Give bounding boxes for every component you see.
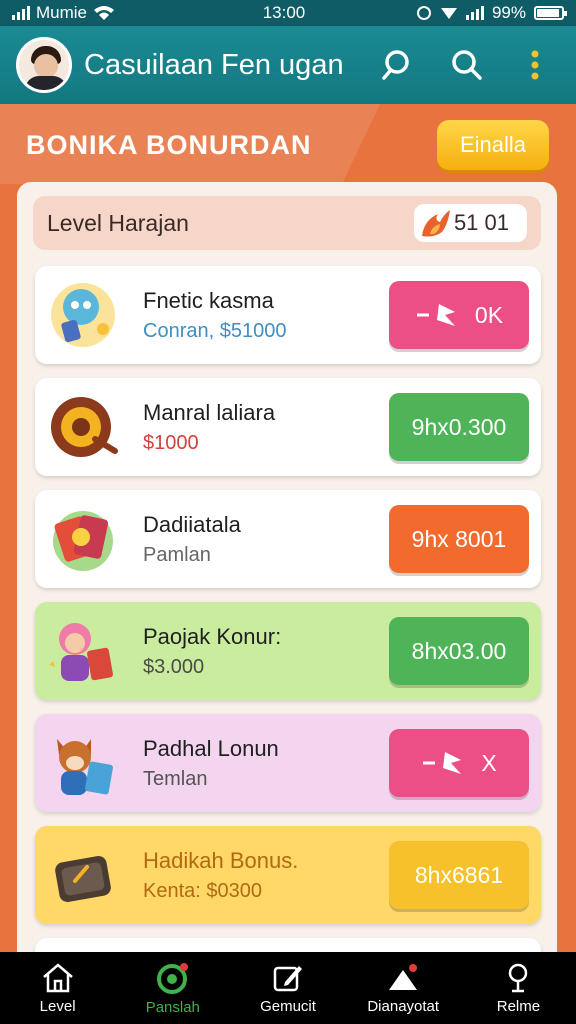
alarm-icon <box>416 6 431 20</box>
banner-title: BONIKA BONURDAN <box>26 130 312 160</box>
level-label: Level Harajan <box>47 209 189 236</box>
search-icon <box>452 50 482 80</box>
claim-button-label: 8hx6861 <box>414 861 504 888</box>
nav-label: Gemucit <box>260 997 316 1015</box>
nav-item-level[interactable]: Level <box>0 952 115 1024</box>
app-title: Casuilaan Fen ugan <box>84 48 344 81</box>
card-name: Manral laliara <box>143 399 276 425</box>
star-burst-icon <box>416 304 455 326</box>
status-bar: Mumie 13:00 99% <box>0 0 576 26</box>
claim-button[interactable]: 9hx0.300 <box>389 393 529 461</box>
card-name: Dadiiatala <box>143 511 241 537</box>
search-button-2[interactable] <box>442 40 492 90</box>
cards-icon <box>53 511 113 571</box>
level-value: 51 01 <box>453 210 509 235</box>
nav-item-relme[interactable]: Relme <box>461 952 576 1024</box>
search-icon <box>382 50 409 80</box>
bonus-card[interactable]: Paojak Konur: $3.000 8hx03.00 <box>35 602 541 700</box>
claim-button[interactable]: X <box>389 729 529 797</box>
nav-item-dianayotat[interactable]: Dianayotat <box>346 952 461 1024</box>
more-button[interactable] <box>510 40 560 90</box>
claim-button-label: 9hx 8001 <box>411 525 507 552</box>
card-subtitle: Temlan <box>143 767 208 790</box>
robot-icon <box>51 283 115 347</box>
wifi-full-icon <box>440 8 457 19</box>
bottom-nav: Level Panslah Gemucit Dianayotat Relme <box>0 952 576 1024</box>
battery-percent: 99% <box>491 3 526 22</box>
claim-button[interactable]: 0K <box>389 281 529 349</box>
nav-item-panslah[interactable]: Panslah <box>115 952 230 1024</box>
card-subtitle: $3.000 <box>143 655 205 678</box>
treasure-box-icon <box>55 856 111 902</box>
card-name: Hadikah Bonus. <box>143 847 299 873</box>
gong-icon <box>51 397 118 457</box>
claim-button[interactable]: 8hx03.00 <box>389 617 529 685</box>
nav-label: Panslah <box>145 998 200 1016</box>
bonus-panel: Level Harajan 51 01 Fnetic kasma Conran,… <box>17 182 557 962</box>
claim-button-label: X <box>481 749 497 776</box>
nav-label: Relme <box>496 997 541 1015</box>
claim-button[interactable]: 9hx 8001 <box>389 505 529 573</box>
card-subtitle: Pamlan <box>143 543 211 566</box>
card-name: Paojak Konur: <box>143 623 282 649</box>
nav-label: Level <box>39 997 76 1015</box>
girl-character-icon <box>49 623 113 681</box>
status-time: 13:00 <box>262 3 306 22</box>
profile-icon <box>509 963 528 992</box>
banner: BONIKA BONURDAN Einalla <box>0 104 576 184</box>
target-icon <box>156 962 188 994</box>
more-vertical-icon <box>531 50 539 80</box>
carrier-name: Mumie <box>36 3 88 22</box>
card-name: Fnetic kasma <box>143 287 274 313</box>
wifi-icon <box>94 6 115 20</box>
nav-label: Dianayotat <box>367 997 440 1015</box>
level-pill: 51 01 <box>413 204 527 242</box>
star-burst-icon <box>423 752 462 774</box>
claim-button-label: 9hx0.300 <box>411 413 507 440</box>
fox-character-icon <box>57 739 113 795</box>
battery-icon <box>534 6 567 20</box>
home-icon <box>42 962 73 992</box>
card-name: Padhal Lonun <box>143 735 279 761</box>
card-subtitle: Kenta: $0300 <box>143 879 262 902</box>
bonus-card[interactable]: Dadiiatala Pamlan 9hx 8001 <box>35 490 541 588</box>
edit-icon <box>273 965 302 991</box>
card-subtitle: $1000 <box>143 431 199 454</box>
search-button[interactable] <box>372 40 422 90</box>
level-bar: Level Harajan 51 01 <box>33 196 541 250</box>
card-subtitle: Conran, $51000 <box>143 319 287 342</box>
bonus-card[interactable]: Hadikah Bonus. Kenta: $0300 8hx6861 <box>35 826 541 924</box>
claim-button-label: 8hx03.00 <box>411 637 507 664</box>
bonus-card[interactable]: Fnetic kasma Conran, $51000 0K <box>35 266 541 364</box>
claim-button[interactable]: 8hx6861 <box>389 841 529 909</box>
bonus-card[interactable]: Padhal Lonun Temlan X <box>35 714 541 812</box>
notification-icon <box>389 963 418 990</box>
cell-signal-icon <box>465 6 484 20</box>
bonus-card[interactable]: Manral laliara $1000 9hx0.300 <box>35 378 541 476</box>
flame-icon <box>421 210 450 237</box>
claim-button-label: 0K <box>474 301 504 328</box>
nav-item-gemucit[interactable]: Gemucit <box>230 952 345 1024</box>
signal-icon <box>12 6 30 20</box>
banner-button[interactable]: Einalla <box>437 120 549 170</box>
app-bar: Casuilaan Fen ugan <box>0 26 576 104</box>
avatar[interactable] <box>16 37 72 93</box>
